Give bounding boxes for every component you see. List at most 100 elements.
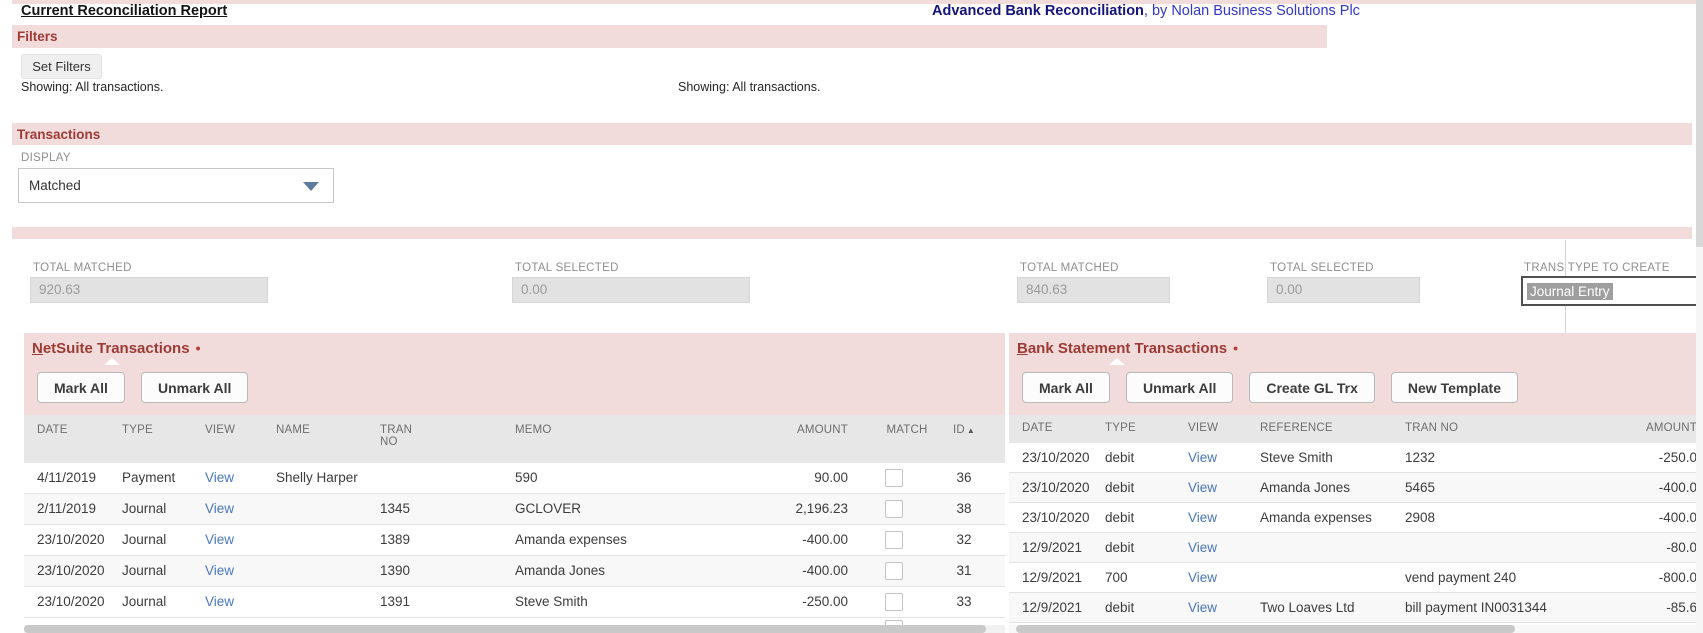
cell-type: Journal [122, 587, 166, 617]
col-view: VIEW [1188, 422, 1218, 434]
cell-tran-no: bill payment IN0031344 [1405, 593, 1547, 622]
cell-type: debit [1105, 533, 1134, 562]
bank-unmark-all-button[interactable]: Unmark All [1126, 372, 1233, 403]
view-link[interactable]: View [1188, 443, 1217, 472]
app-title-name: Advanced Bank Reconciliation [932, 3, 1144, 19]
active-tab-pointer-icon [1109, 358, 1125, 365]
view-link[interactable]: View [1188, 533, 1217, 562]
col-match: MATCH [876, 424, 938, 436]
netsuite-table-header: DATE TYPE VIEW NAME TRAN NO MEMO AMOUNT … [24, 415, 1005, 463]
match-checkbox[interactable] [885, 500, 903, 518]
create-gl-trx-button[interactable]: Create GL Trx [1249, 372, 1375, 403]
table-row-partial [24, 618, 1005, 625]
display-dropdown-value: Matched [29, 178, 81, 193]
cell-tran-no: 1390 [380, 556, 410, 586]
netsuite-title-initial: N [32, 340, 43, 357]
cell-type: Journal [122, 494, 166, 524]
cell-type: Journal [122, 556, 166, 586]
bank-statement-panel: Bank Statement Transactions• Mark All Un… [1009, 333, 1703, 633]
trans-type-label: TRANS TYPE TO CREATE [1524, 262, 1670, 274]
match-checkbox[interactable] [885, 562, 903, 580]
table-row: 12/9/2021 debit View Two Loaves Ltd bill… [1009, 593, 1703, 623]
view-link[interactable]: View [205, 525, 234, 555]
cell-date: 4/11/2019 [37, 463, 96, 493]
view-link[interactable]: View [205, 556, 234, 586]
bank-scrollbar-thumb[interactable] [1016, 625, 1515, 633]
table-row: 23/10/2020 Journal View 1389 Amanda expe… [24, 525, 1005, 556]
netsuite-unmark-all-button[interactable]: Unmark All [141, 372, 248, 403]
cell-type: Payment [122, 463, 175, 493]
display-dropdown[interactable]: Matched [18, 168, 334, 203]
cell-date: 23/10/2020 [1022, 503, 1090, 532]
cell-id: 36 [939, 463, 989, 493]
reconciliation-page: Current Reconciliation Report Advanced B… [0, 0, 1703, 633]
set-filters-button[interactable]: Set Filters [21, 54, 102, 79]
netsuite-total-matched-field: 920.63 [30, 277, 268, 303]
view-link[interactable]: View [1188, 473, 1217, 502]
cell-type: debit [1105, 473, 1134, 502]
cell-memo: 590 [515, 463, 538, 493]
top-divider [12, 0, 1696, 4]
netsuite-title-bullet: • [196, 340, 201, 356]
cell-id: 32 [939, 525, 989, 555]
match-checkbox[interactable] [885, 469, 903, 487]
table-row: 23/10/2020 Journal View 1391 Steve Smith… [24, 587, 1005, 618]
new-template-button[interactable]: New Template [1391, 372, 1518, 403]
showing-text-bank: Showing: All transactions. [678, 80, 820, 94]
bank-horizontal-scrollbar [1009, 625, 1703, 633]
cell-memo: GCLOVER [515, 494, 581, 524]
showing-text-netsuite: Showing: All transactions. [21, 80, 163, 94]
bank-total-matched-label: TOTAL MATCHED [1020, 262, 1119, 274]
cell-amount: -400.0 [1549, 473, 1697, 502]
netsuite-total-matched-label: TOTAL MATCHED [33, 262, 132, 274]
col-id-sortable[interactable]: ID▲ [939, 424, 989, 436]
transactions-section-header: Transactions [12, 123, 1692, 145]
cell-amount: -80.0 [1549, 533, 1697, 562]
view-link[interactable]: View [1188, 593, 1217, 622]
cell-tran-no: 1391 [380, 587, 410, 617]
view-link[interactable]: View [205, 494, 234, 524]
cell-tran-no: 1232 [1405, 443, 1435, 472]
display-label: DISPLAY [21, 152, 71, 164]
table-row: 23/10/2020 debit View Amanda Jones 5465 … [1009, 473, 1703, 503]
bank-total-selected-label: TOTAL SELECTED [1270, 262, 1374, 274]
cell-type: Journal [122, 525, 166, 555]
cell-amount: 90.00 [664, 463, 848, 493]
match-checkbox[interactable] [885, 531, 903, 549]
cell-type: debit [1105, 443, 1134, 472]
tab-bank-statement-transactions[interactable]: Bank Statement Transactions• [1017, 340, 1238, 357]
table-row: 23/10/2020 Journal View 1390 Amanda Jone… [24, 556, 1005, 587]
netsuite-total-selected-label: TOTAL SELECTED [515, 262, 619, 274]
view-link[interactable]: View [205, 463, 234, 493]
bank-table-header: DATE TYPE VIEW REFERENCE TRAN NO AMOUNT [1009, 415, 1703, 443]
cell-id: 33 [939, 587, 989, 617]
tab-netsuite-transactions[interactable]: NetSuite Transactions • [32, 340, 200, 357]
table-row: 12/9/2021 debit View -80.0 [1009, 533, 1703, 563]
view-link[interactable]: View [1188, 503, 1217, 532]
vertical-scrollbar-thumb[interactable] [1696, 0, 1703, 247]
cell-amount: -800.0 [1549, 563, 1697, 592]
view-link[interactable]: View [205, 587, 234, 617]
cell-tran-no: 1345 [380, 494, 410, 524]
bank-mark-all-button[interactable]: Mark All [1022, 372, 1110, 403]
netsuite-scrollbar-thumb[interactable] [24, 625, 986, 633]
page-title: Current Reconciliation Report [21, 3, 227, 19]
cell-memo: Amanda expenses [515, 525, 627, 555]
cell-amount: -400.00 [664, 525, 848, 555]
netsuite-title-rest: etSuite Transactions [43, 340, 190, 357]
cell-date: 2/11/2019 [37, 494, 96, 524]
cell-date: 23/10/2020 [37, 556, 105, 586]
vendor-link[interactable]: Nolan Business Solutions Plc [1171, 3, 1360, 19]
trans-type-input[interactable]: Journal Entry [1521, 276, 1701, 306]
col-type: TYPE [1105, 422, 1136, 434]
col-date: DATE [1022, 422, 1053, 434]
cell-amount: -85.6 [1549, 593, 1697, 622]
active-tab-pointer-icon [104, 358, 120, 365]
chevron-down-icon [303, 182, 319, 191]
match-checkbox[interactable] [885, 593, 903, 611]
cell-reference: Two Loaves Ltd [1260, 593, 1355, 622]
cell-type: debit [1105, 503, 1134, 532]
col-memo: MEMO [515, 424, 552, 436]
netsuite-mark-all-button[interactable]: Mark All [37, 372, 125, 403]
view-link[interactable]: View [1188, 563, 1217, 592]
